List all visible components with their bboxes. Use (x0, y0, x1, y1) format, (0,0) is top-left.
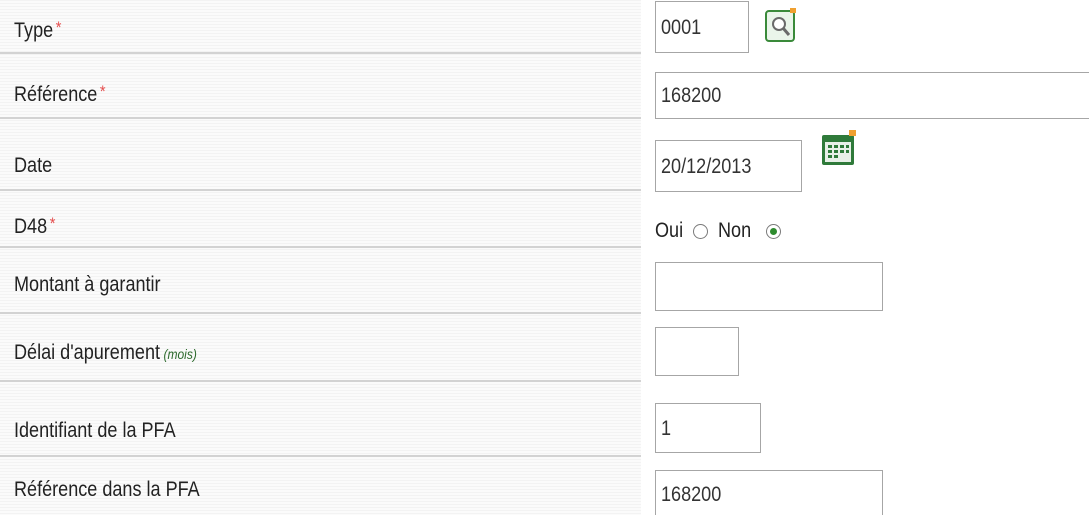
calendar-icon[interactable] (820, 129, 858, 167)
date-label: Date (14, 154, 53, 177)
row-separator (0, 380, 641, 382)
montant-label: Montant à garantir (14, 273, 161, 296)
d48-non-radio[interactable] (766, 223, 781, 239)
reference-pfa-input[interactable]: 168200 (655, 470, 883, 515)
row-separator (0, 455, 641, 457)
type-input[interactable]: 0001 (655, 1, 749, 53)
reference-pfa-label: Référence dans la PFA (14, 478, 200, 501)
reference-input[interactable]: 168200 (655, 72, 1089, 119)
required-marker: * (49, 214, 56, 233)
required-marker: * (99, 82, 106, 101)
delai-label: Délai d'apurement (mois) (14, 341, 197, 364)
type-label: Type * (14, 18, 62, 42)
required-marker: * (55, 18, 62, 37)
row-separator (0, 117, 641, 119)
row-separator (0, 189, 641, 191)
montant-input[interactable] (655, 262, 883, 311)
row-separator (0, 52, 641, 54)
delai-hint: (mois) (163, 346, 197, 362)
d48-oui-radio[interactable] (693, 223, 708, 239)
identifiant-pfa-label: Identifiant de la PFA (14, 419, 176, 442)
identifiant-pfa-input[interactable]: 1 (655, 403, 761, 453)
row-separator (0, 312, 641, 314)
d48-radio-group: Oui Non (655, 217, 781, 245)
d48-label: D48 * (14, 214, 56, 238)
date-input[interactable]: 20/12/2013 (655, 140, 802, 192)
row-separator (0, 246, 641, 248)
delai-input[interactable] (655, 327, 739, 376)
d48-non-label: Non (718, 219, 752, 242)
customs-declaration-form: Type * 0001 Référence * 168200 Date 20/12/… (0, 0, 1089, 515)
search-lookup-icon[interactable] (764, 6, 798, 44)
reference-label: Référence * (14, 82, 106, 106)
d48-oui-label: Oui (655, 219, 684, 242)
